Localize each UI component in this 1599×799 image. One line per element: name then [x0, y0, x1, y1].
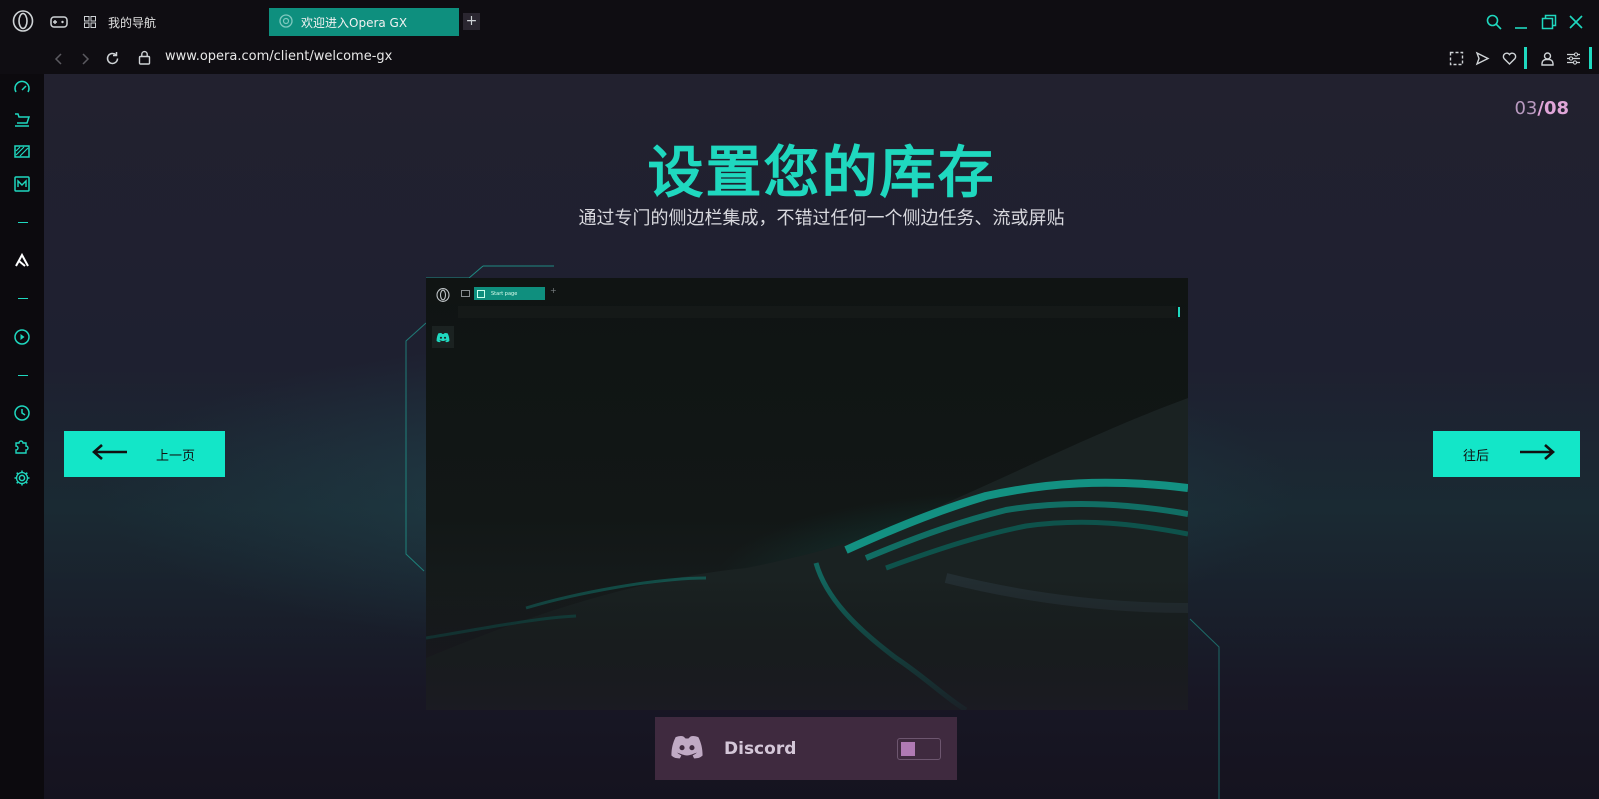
minimize-icon[interactable]	[1513, 14, 1529, 34]
snapshot-icon[interactable]	[1449, 51, 1464, 70]
navigation-bar: www.opera.com/client/welcome-gx	[0, 43, 1599, 74]
back-icon[interactable]	[52, 51, 66, 70]
previous-label: 上一页	[156, 448, 196, 464]
speedometer-icon[interactable]	[12, 78, 32, 98]
next-button[interactable]: 往后	[1433, 431, 1580, 477]
send-icon[interactable]	[1475, 51, 1490, 70]
page-subtitle: 通过专门的侧边栏集成，不错过任何一个侧边任务、流或屏贴	[578, 208, 1065, 229]
browser-preview-image: Start page +	[426, 278, 1188, 710]
welcome-page: 03/08 设置您的库存 通过专门的侧边栏集成，不错过任何一个侧边任务、流或屏贴…	[44, 74, 1599, 799]
profile-icon[interactable]	[1540, 51, 1555, 70]
preview-address-bar	[458, 306, 1176, 318]
history-clock-icon[interactable]	[12, 403, 32, 423]
tab-my-navigation[interactable]: 我的导航	[82, 8, 260, 36]
title-bar: 我的导航 欢迎进入Opera GX +	[0, 0, 1599, 43]
play-circle-icon[interactable]	[12, 327, 32, 347]
discord-integration-card[interactable]: Discord	[655, 717, 957, 780]
preview-tab-grid-icon	[477, 289, 485, 298]
sidebar-separator	[18, 375, 28, 376]
toolbar-edge-accent	[1589, 47, 1592, 69]
gx-corner-icon[interactable]	[12, 142, 32, 162]
easy-setup-icon[interactable]	[1566, 51, 1581, 70]
tab-label: 欢迎进入Opera GX	[301, 15, 408, 30]
restore-icon[interactable]	[1541, 14, 1557, 34]
preview-tab: Start page	[474, 287, 545, 300]
opera-gx-favicon-icon	[279, 13, 293, 32]
new-tab-button[interactable]: +	[463, 13, 480, 30]
close-icon[interactable]	[1568, 14, 1584, 34]
step-counter: 03/08	[1514, 98, 1569, 119]
step-current: 03	[1514, 98, 1538, 119]
arrow-left-icon	[92, 443, 128, 465]
preview-tab-label: Start page	[491, 290, 518, 297]
tab-welcome-opera-gx[interactable]: 欢迎进入Opera GX	[269, 8, 459, 36]
toggle-knob	[901, 741, 915, 756]
discord-label: Discord	[724, 738, 797, 759]
preview-opera-logo-icon	[436, 287, 450, 306]
mail-m-icon[interactable]	[12, 174, 32, 194]
preview-gamepad-icon	[461, 290, 470, 297]
wave-artwork	[426, 398, 1188, 710]
grid-icon	[84, 13, 96, 32]
discord-toggle[interactable]	[897, 737, 941, 760]
preview-toolbar-accent	[1178, 307, 1180, 317]
toolbar-divider	[1524, 47, 1527, 69]
forward-icon[interactable]	[78, 51, 92, 70]
next-label: 往后	[1463, 448, 1490, 464]
previous-button[interactable]: 上一页	[64, 431, 225, 477]
tab-label: 我的导航	[108, 15, 157, 30]
extensions-puzzle-icon[interactable]	[12, 436, 32, 456]
arrow-right-icon	[1519, 443, 1555, 465]
sidebar-separator	[18, 298, 28, 299]
pen-tool-icon[interactable]	[12, 250, 32, 270]
preview-new-tab-icon: +	[550, 286, 557, 295]
reload-icon[interactable]	[105, 51, 120, 70]
step-total: /08	[1537, 98, 1569, 119]
discord-icon	[670, 734, 704, 764]
search-icon[interactable]	[1486, 14, 1502, 34]
settings-gear-icon[interactable]	[12, 468, 32, 488]
shopping-cart-icon[interactable]	[12, 110, 32, 130]
lock-icon	[138, 50, 151, 69]
heart-icon[interactable]	[1502, 51, 1517, 70]
sidebar	[0, 74, 44, 799]
gamepad-icon[interactable]	[50, 14, 68, 28]
preview-discord-icon	[432, 326, 454, 348]
sidebar-separator	[18, 222, 28, 223]
opera-menu-icon[interactable]	[12, 10, 34, 32]
page-title: 设置您的库存	[647, 141, 996, 206]
address-field[interactable]: www.opera.com/client/welcome-gx	[165, 49, 392, 64]
